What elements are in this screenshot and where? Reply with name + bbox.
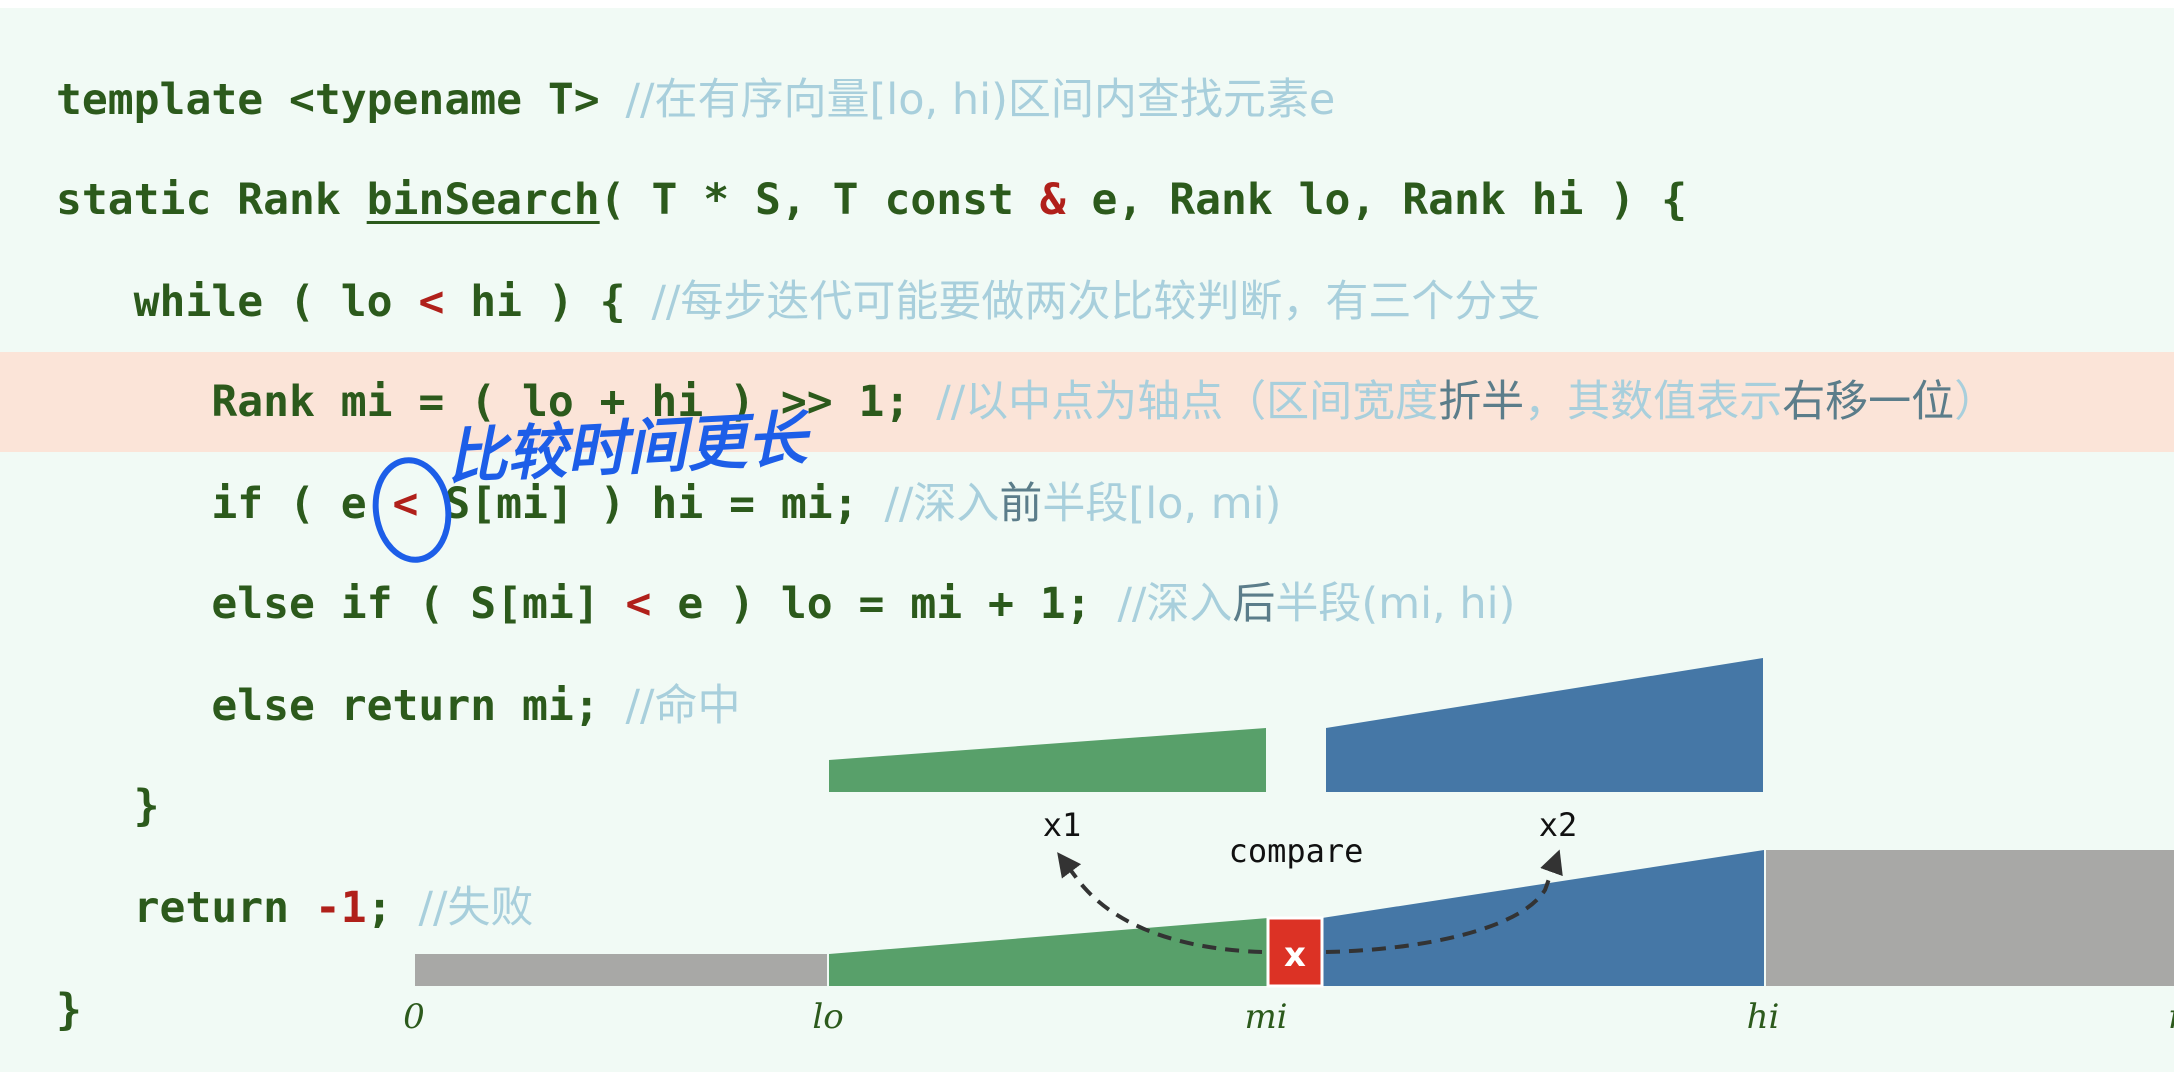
upper-blue-segment: [1326, 658, 1763, 792]
base-blue-segment: [1322, 850, 1764, 986]
pivot-label: x: [1284, 935, 1306, 975]
x2-label: x2: [1539, 806, 1578, 844]
compare-label: compare: [1229, 832, 1364, 870]
axis-label-lo: lo: [812, 997, 843, 1037]
handwritten-note: 比较时间更长: [445, 404, 813, 493]
axis-label-n: n: [2168, 997, 2174, 1037]
axis-label-0: 0: [403, 997, 425, 1037]
upper-green-segment: [829, 728, 1266, 792]
hand-drawn-circle: [372, 457, 452, 563]
binsearch-diagram: x x1 x2 compare 0 lo mi hi n 比较时间更长: [372, 404, 2174, 1037]
axis-label-mi: mi: [1244, 997, 1287, 1037]
base-gray-right: [1766, 850, 2174, 986]
base-gray-left: [415, 954, 827, 986]
base-green-segment: [829, 918, 1268, 986]
x1-label: x1: [1043, 806, 1082, 844]
axis-label-hi: hi: [1747, 997, 1780, 1037]
